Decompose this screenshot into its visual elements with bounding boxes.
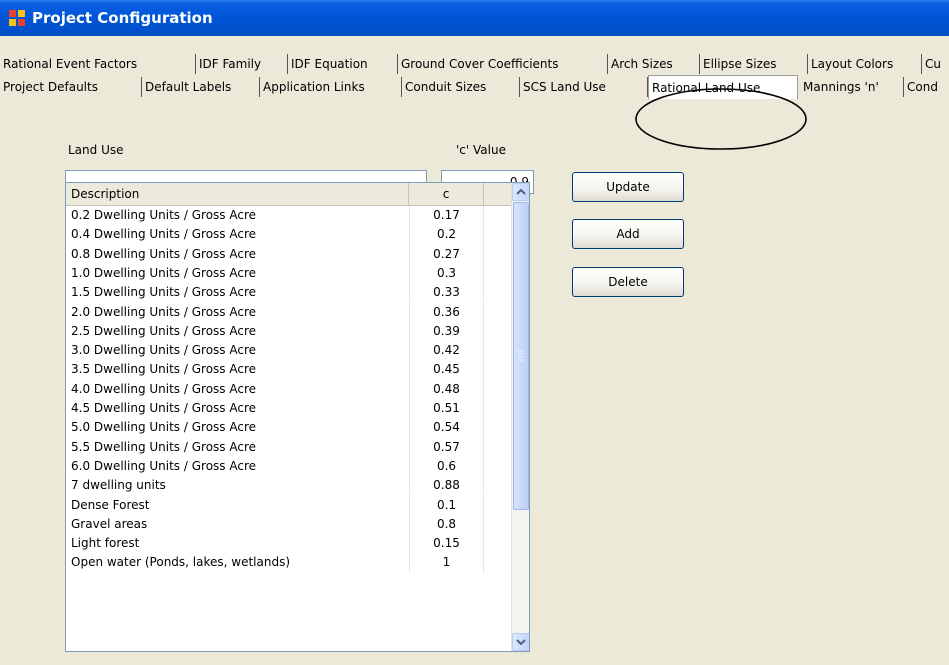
table-row[interactable]: Gravel areas 0.8 bbox=[66, 514, 511, 535]
tab-ellipse-sizes[interactable]: Ellipse Sizes bbox=[700, 54, 808, 74]
cell-c-value[interactable]: 0.48 bbox=[409, 379, 484, 399]
cell-c-value[interactable]: 0.54 bbox=[409, 418, 484, 438]
cell-description[interactable]: 0.4 Dwelling Units / Gross Acre bbox=[66, 225, 409, 244]
cell-description[interactable]: 4.0 Dwelling Units / Gross Acre bbox=[66, 380, 409, 399]
scroll-up-button[interactable] bbox=[512, 183, 529, 201]
cell-c-value[interactable]: 0.88 bbox=[409, 476, 484, 496]
cell-description[interactable]: 2.0 Dwelling Units / Gross Acre bbox=[66, 303, 409, 322]
cell-description[interactable]: 1.0 Dwelling Units / Gross Acre bbox=[66, 264, 409, 283]
table-row[interactable]: 0.8 Dwelling Units / Gross Acre 0.27 bbox=[66, 244, 511, 264]
table-row[interactable]: 2.0 Dwelling Units / Gross Acre 0.36 bbox=[66, 302, 511, 322]
cell-description[interactable]: 0.8 Dwelling Units / Gross Acre bbox=[66, 245, 409, 264]
tab-mannings-n[interactable]: Mannings 'n' bbox=[800, 77, 904, 97]
cell-description[interactable]: 5.0 Dwelling Units / Gross Acre bbox=[66, 418, 409, 437]
chevron-down-icon bbox=[516, 639, 526, 646]
table-row[interactable]: 0.2 Dwelling Units / Gross Acre 0.17 bbox=[66, 206, 511, 226]
scroll-thumb[interactable] bbox=[513, 202, 529, 510]
tab-conduit-sizes[interactable]: Conduit Sizes bbox=[402, 77, 520, 97]
cell-c-value[interactable]: 0.1 bbox=[409, 495, 484, 515]
delete-button[interactable]: Delete bbox=[572, 267, 684, 297]
cell-c-value[interactable]: 0.33 bbox=[409, 283, 484, 303]
scroll-down-button[interactable] bbox=[512, 633, 529, 651]
tab-arch-sizes[interactable]: Arch Sizes bbox=[608, 54, 700, 74]
cell-description[interactable]: 1.5 Dwelling Units / Gross Acre bbox=[66, 283, 409, 302]
table-row[interactable]: 7 dwelling units 0.88 bbox=[66, 476, 511, 496]
cell-description[interactable]: Light forest bbox=[66, 534, 409, 553]
cell-description[interactable]: 5.5 Dwelling Units / Gross Acre bbox=[66, 438, 409, 457]
tab-rational-land-use[interactable]: Rational Land Use bbox=[648, 75, 798, 99]
cell-c-value[interactable]: 0.42 bbox=[409, 341, 484, 361]
app-icon bbox=[9, 10, 25, 26]
vertical-scrollbar[interactable] bbox=[511, 183, 529, 651]
cell-c-value[interactable]: 0.3 bbox=[409, 263, 484, 284]
window-title: Project Configuration bbox=[32, 9, 213, 27]
cell-c-value[interactable]: 0.8 bbox=[409, 514, 484, 535]
table-row[interactable]: 4.5 Dwelling Units / Gross Acre 0.51 bbox=[66, 399, 511, 419]
tab-layout-colors[interactable]: Layout Colors bbox=[808, 54, 922, 74]
title-bar[interactable]: Project Configuration bbox=[0, 0, 949, 36]
cell-c-value[interactable]: 0.15 bbox=[409, 534, 484, 554]
tab-ground-cover-coefficients[interactable]: Ground Cover Coefficients bbox=[398, 54, 608, 74]
table-row[interactable]: 4.0 Dwelling Units / Gross Acre 0.48 bbox=[66, 379, 511, 399]
tab-row-2: Project Defaults Default Labels Applicat… bbox=[0, 75, 949, 99]
tab-rational-event-factors[interactable]: Rational Event Factors bbox=[0, 54, 196, 74]
table-row[interactable]: Light forest 0.15 bbox=[66, 534, 511, 554]
land-use-label: Land Use bbox=[68, 143, 124, 157]
tab-scs-land-use[interactable]: SCS Land Use bbox=[520, 77, 648, 97]
tab-cond-truncated[interactable]: Cond bbox=[904, 77, 949, 97]
table-row[interactable]: 5.5 Dwelling Units / Gross Acre 0.57 bbox=[66, 437, 511, 457]
table-row[interactable]: 3.5 Dwelling Units / Gross Acre 0.45 bbox=[66, 360, 511, 380]
table-row[interactable]: 6.0 Dwelling Units / Gross Acre 0.6 bbox=[66, 456, 511, 477]
tab-cu-truncated[interactable]: Cu bbox=[922, 54, 949, 74]
tab-row-1: Rational Event Factors IDF Family IDF Eq… bbox=[0, 54, 949, 76]
cell-description[interactable]: Gravel areas bbox=[66, 515, 409, 534]
table-row[interactable]: 1.0 Dwelling Units / Gross Acre 0.3 bbox=[66, 263, 511, 284]
grid-header: Description c bbox=[66, 183, 511, 206]
table-row[interactable]: 1.5 Dwelling Units / Gross Acre 0.33 bbox=[66, 283, 511, 303]
cell-description[interactable]: 0.2 Dwelling Units / Gross Acre bbox=[66, 206, 409, 225]
cell-description[interactable]: 4.5 Dwelling Units / Gross Acre bbox=[66, 399, 409, 418]
tab-application-links[interactable]: Application Links bbox=[260, 77, 402, 97]
cell-c-value[interactable]: 0.36 bbox=[409, 302, 484, 322]
cell-description[interactable]: 3.5 Dwelling Units / Gross Acre bbox=[66, 360, 409, 379]
cell-c-value[interactable]: 0.45 bbox=[409, 360, 484, 380]
grip-icon bbox=[518, 350, 524, 361]
cell-description[interactable]: 2.5 Dwelling Units / Gross Acre bbox=[66, 322, 409, 341]
chevron-up-icon bbox=[516, 188, 526, 195]
land-use-grid[interactable]: Description c 0.2 Dwelling Units / Gross… bbox=[65, 182, 530, 652]
tab-idf-equation[interactable]: IDF Equation bbox=[288, 54, 398, 74]
cell-description[interactable]: 3.0 Dwelling Units / Gross Acre bbox=[66, 341, 409, 360]
cell-c-value[interactable]: 0.57 bbox=[409, 437, 484, 457]
add-button[interactable]: Add bbox=[572, 219, 684, 249]
cell-c-value[interactable]: 0.6 bbox=[409, 456, 484, 477]
c-value-label: 'c' Value bbox=[456, 143, 506, 157]
column-header-c[interactable]: c bbox=[409, 183, 484, 205]
cell-description[interactable]: 7 dwelling units bbox=[66, 476, 409, 495]
cell-description[interactable]: 6.0 Dwelling Units / Gross Acre bbox=[66, 457, 409, 476]
table-row[interactable]: Dense Forest 0.1 bbox=[66, 495, 511, 515]
table-row[interactable]: Open water (Ponds, lakes, wetlands) 1 bbox=[66, 553, 511, 573]
cell-c-value[interactable]: 0.51 bbox=[409, 399, 484, 419]
cell-c-value[interactable]: 0.2 bbox=[409, 225, 484, 245]
table-row[interactable]: 3.0 Dwelling Units / Gross Acre 0.42 bbox=[66, 341, 511, 361]
cell-c-value[interactable]: 0.27 bbox=[409, 244, 484, 264]
tab-idf-family[interactable]: IDF Family bbox=[196, 54, 288, 74]
cell-c-value[interactable]: 0.39 bbox=[409, 321, 484, 342]
tab-project-defaults[interactable]: Project Defaults bbox=[0, 77, 142, 97]
tab-default-labels[interactable]: Default Labels bbox=[142, 77, 260, 97]
cell-description[interactable]: Dense Forest bbox=[66, 496, 409, 515]
cell-description[interactable]: Open water (Ponds, lakes, wetlands) bbox=[66, 553, 409, 572]
column-header-description[interactable]: Description bbox=[66, 183, 409, 205]
table-row[interactable]: 5.0 Dwelling Units / Gross Acre 0.54 bbox=[66, 418, 511, 438]
cell-c-value[interactable]: 1 bbox=[409, 553, 484, 573]
table-row[interactable]: 0.4 Dwelling Units / Gross Acre 0.2 bbox=[66, 225, 511, 245]
update-button[interactable]: Update bbox=[572, 172, 684, 202]
table-row[interactable]: 2.5 Dwelling Units / Gross Acre 0.39 bbox=[66, 321, 511, 342]
cell-c-value[interactable]: 0.17 bbox=[409, 206, 484, 226]
